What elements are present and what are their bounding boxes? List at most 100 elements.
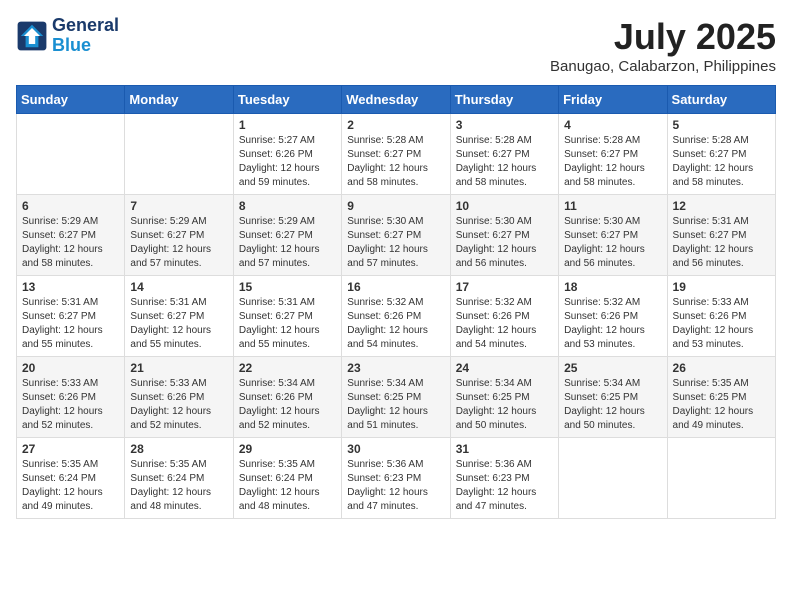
calendar-cell: 23Sunrise: 5:34 AM Sunset: 6:25 PM Dayli… — [342, 357, 450, 438]
day-number: 26 — [673, 361, 770, 375]
day-number: 9 — [347, 199, 444, 213]
day-info: Sunrise: 5:29 AM Sunset: 6:27 PM Dayligh… — [239, 215, 336, 271]
calendar-cell: 14Sunrise: 5:31 AM Sunset: 6:27 PM Dayli… — [125, 276, 233, 357]
calendar-cell: 4 Sunrise: 5:28 AM Sunset: 6:27 PM Daylig… — [559, 114, 667, 195]
calendar-week-row: 1 Sunrise: 5:27 AM Sunset: 6:26 PM Daylig… — [17, 114, 776, 195]
day-number: 1 — [239, 118, 336, 132]
day-info: Sunrise: 5:30 AM Sunset: 6:27 PM Dayligh… — [564, 215, 661, 271]
calendar-cell: 30 Sunrise: 5:36 AM Sunset: 6:23 PM Dayli… — [342, 438, 450, 519]
day-info: Sunrise: 5:34 AM Sunset: 6:25 PM Dayligh… — [347, 377, 444, 433]
calendar-cell: 2Sunrise: 5:28 AM Sunset: 6:27 PM Daylig… — [342, 114, 450, 195]
calendar-table: SundayMondayTuesdayWednesdayThursdayFrid… — [16, 85, 776, 519]
day-number: 19 — [673, 280, 770, 294]
day-number: 24 — [456, 361, 553, 375]
day-info: Sunrise: 5:36 AM Sunset: 6:23 PM Dayligh… — [456, 458, 553, 514]
day-info: Sunrise: 5:31 AM Sunset: 6:27 PM Dayligh… — [673, 215, 770, 271]
day-number: 12 — [673, 199, 770, 213]
day-info: Sunrise: 5:33 AM Sunset: 6:26 PM Dayligh… — [22, 377, 119, 433]
day-number: 2 — [347, 118, 444, 132]
location: Banugao, Calabarzon, Philippines — [550, 58, 776, 75]
day-info: Sunrise: 5:34 AM Sunset: 6:25 PM Dayligh… — [564, 377, 661, 433]
day-number: 10 — [456, 199, 553, 213]
calendar-week-row: 6 Sunrise: 5:29 AM Sunset: 6:27 PM Daylig… — [17, 195, 776, 276]
day-number: 4 — [564, 118, 661, 132]
calendar-cell: 5Sunrise: 5:28 AM Sunset: 6:27 PM Daylig… — [667, 114, 775, 195]
calendar-cell: 19 Sunrise: 5:33 AM Sunset: 6:26 PM Dayli… — [667, 276, 775, 357]
day-info: Sunrise: 5:33 AM Sunset: 6:26 PM Dayligh… — [130, 377, 227, 433]
calendar-cell: 13 Sunrise: 5:31 AM Sunset: 6:27 PM Dayli… — [17, 276, 125, 357]
calendar-cell: 21 Sunrise: 5:33 AM Sunset: 6:26 PM Dayli… — [125, 357, 233, 438]
calendar-cell: 18 Sunrise: 5:32 AM Sunset: 6:26 PM Dayli… — [559, 276, 667, 357]
logo-text: General Blue — [52, 16, 119, 56]
calendar-cell: 22 Sunrise: 5:34 AM Sunset: 6:26 PM Dayli… — [233, 357, 341, 438]
calendar-cell: 6 Sunrise: 5:29 AM Sunset: 6:27 PM Daylig… — [17, 195, 125, 276]
logo-icon — [16, 20, 48, 52]
day-info: Sunrise: 5:28 AM Sunset: 6:27 PM Dayligh… — [456, 134, 553, 190]
day-info: Sunrise: 5:28 AM Sunset: 6:27 PM Dayligh… — [564, 134, 661, 190]
weekday-header: Thursday — [450, 86, 558, 114]
day-info: Sunrise: 5:35 AM Sunset: 6:24 PM Dayligh… — [239, 458, 336, 514]
day-info: Sunrise: 5:28 AM Sunset: 6:27 PM Dayligh… — [673, 134, 770, 190]
calendar-cell: 24 Sunrise: 5:34 AM Sunset: 6:25 PM Dayli… — [450, 357, 558, 438]
calendar-header-row: SundayMondayTuesdayWednesdayThursdayFrid… — [17, 86, 776, 114]
day-info: Sunrise: 5:34 AM Sunset: 6:26 PM Dayligh… — [239, 377, 336, 433]
day-number: 18 — [564, 280, 661, 294]
month-title: July 2025 — [550, 16, 776, 58]
calendar-cell: 28 Sunrise: 5:35 AM Sunset: 6:24 PM Dayli… — [125, 438, 233, 519]
day-info: Sunrise: 5:35 AM Sunset: 6:24 PM Dayligh… — [22, 458, 119, 514]
day-number: 28 — [130, 442, 227, 456]
day-number: 30 — [347, 442, 444, 456]
calendar-cell: 11 Sunrise: 5:30 AM Sunset: 6:27 PM Dayli… — [559, 195, 667, 276]
calendar-cell: 20 Sunrise: 5:33 AM Sunset: 6:26 PM Dayli… — [17, 357, 125, 438]
day-number: 7 — [130, 199, 227, 213]
day-number: 13 — [22, 280, 119, 294]
calendar-week-row: 20 Sunrise: 5:33 AM Sunset: 6:26 PM Dayli… — [17, 357, 776, 438]
calendar-cell: 27 Sunrise: 5:35 AM Sunset: 6:24 PM Dayli… — [17, 438, 125, 519]
weekday-header: Sunday — [17, 86, 125, 114]
day-number: 3 — [456, 118, 553, 132]
calendar-cell: 26 Sunrise: 5:35 AM Sunset: 6:25 PM Dayli… — [667, 357, 775, 438]
day-info: Sunrise: 5:29 AM Sunset: 6:27 PM Dayligh… — [22, 215, 119, 271]
weekday-header: Saturday — [667, 86, 775, 114]
calendar-cell: 16Sunrise: 5:32 AM Sunset: 6:26 PM Dayli… — [342, 276, 450, 357]
calendar-cell: 15 Sunrise: 5:31 AM Sunset: 6:27 PM Dayli… — [233, 276, 341, 357]
day-info: Sunrise: 5:32 AM Sunset: 6:26 PM Dayligh… — [456, 296, 553, 352]
calendar-cell — [559, 438, 667, 519]
day-info: Sunrise: 5:30 AM Sunset: 6:27 PM Dayligh… — [456, 215, 553, 271]
calendar-cell: 31 Sunrise: 5:36 AM Sunset: 6:23 PM Dayli… — [450, 438, 558, 519]
day-number: 21 — [130, 361, 227, 375]
calendar-week-row: 13 Sunrise: 5:31 AM Sunset: 6:27 PM Dayli… — [17, 276, 776, 357]
day-number: 11 — [564, 199, 661, 213]
day-number: 29 — [239, 442, 336, 456]
day-info: Sunrise: 5:36 AM Sunset: 6:23 PM Dayligh… — [347, 458, 444, 514]
calendar-cell — [125, 114, 233, 195]
day-info: Sunrise: 5:27 AM Sunset: 6:26 PM Dayligh… — [239, 134, 336, 190]
calendar-cell — [17, 114, 125, 195]
day-number: 6 — [22, 199, 119, 213]
day-number: 27 — [22, 442, 119, 456]
day-info: Sunrise: 5:31 AM Sunset: 6:27 PM Dayligh… — [239, 296, 336, 352]
day-number: 31 — [456, 442, 553, 456]
weekday-header: Monday — [125, 86, 233, 114]
calendar-cell: 25Sunrise: 5:34 AM Sunset: 6:25 PM Dayli… — [559, 357, 667, 438]
day-info: Sunrise: 5:32 AM Sunset: 6:26 PM Dayligh… — [564, 296, 661, 352]
day-info: Sunrise: 5:35 AM Sunset: 6:25 PM Dayligh… — [673, 377, 770, 433]
day-number: 20 — [22, 361, 119, 375]
day-info: Sunrise: 5:31 AM Sunset: 6:27 PM Dayligh… — [22, 296, 119, 352]
day-info: Sunrise: 5:30 AM Sunset: 6:27 PM Dayligh… — [347, 215, 444, 271]
calendar-cell: 3 Sunrise: 5:28 AM Sunset: 6:27 PM Daylig… — [450, 114, 558, 195]
day-info: Sunrise: 5:31 AM Sunset: 6:27 PM Dayligh… — [130, 296, 227, 352]
calendar-week-row: 27 Sunrise: 5:35 AM Sunset: 6:24 PM Dayli… — [17, 438, 776, 519]
day-info: Sunrise: 5:29 AM Sunset: 6:27 PM Dayligh… — [130, 215, 227, 271]
day-info: Sunrise: 5:32 AM Sunset: 6:26 PM Dayligh… — [347, 296, 444, 352]
day-info: Sunrise: 5:34 AM Sunset: 6:25 PM Dayligh… — [456, 377, 553, 433]
calendar-cell: 1 Sunrise: 5:27 AM Sunset: 6:26 PM Daylig… — [233, 114, 341, 195]
day-number: 17 — [456, 280, 553, 294]
day-info: Sunrise: 5:33 AM Sunset: 6:26 PM Dayligh… — [673, 296, 770, 352]
day-info: Sunrise: 5:35 AM Sunset: 6:24 PM Dayligh… — [130, 458, 227, 514]
day-number: 15 — [239, 280, 336, 294]
page-header: General Blue July 2025 Banugao, Calabarz… — [16, 16, 776, 75]
weekday-header: Tuesday — [233, 86, 341, 114]
day-number: 22 — [239, 361, 336, 375]
calendar-cell: 12 Sunrise: 5:31 AM Sunset: 6:27 PM Dayli… — [667, 195, 775, 276]
